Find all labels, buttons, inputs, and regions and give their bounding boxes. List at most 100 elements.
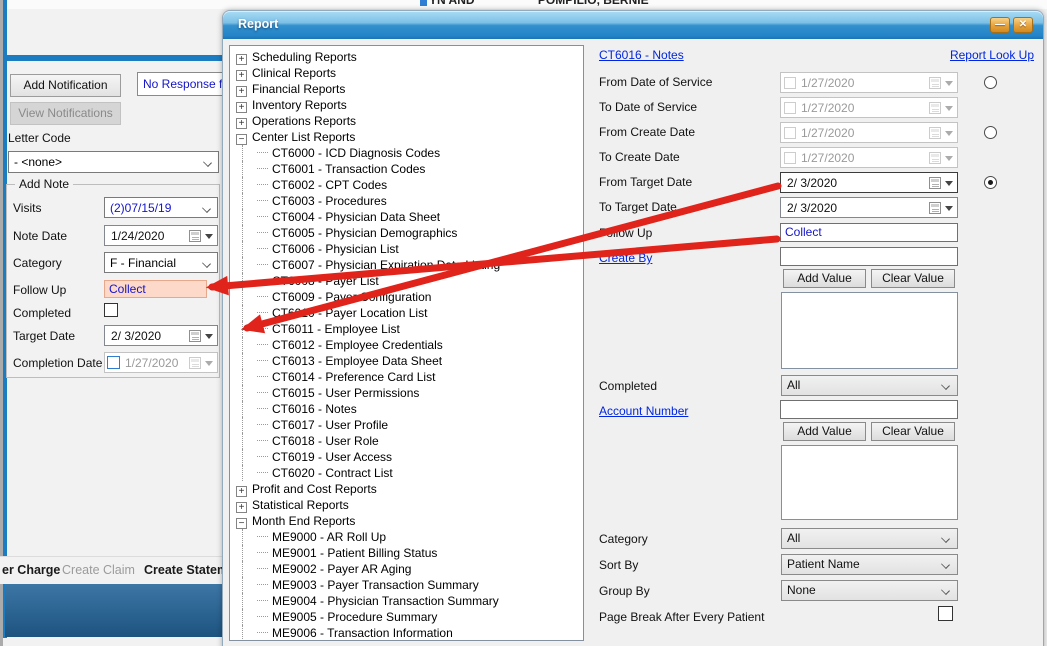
tree-item[interactable]: Scheduling Reports <box>252 50 357 64</box>
tree-item[interactable]: CT6017 - User Profile <box>272 418 388 432</box>
expand-icon[interactable]: + <box>236 86 247 97</box>
completed-select[interactable]: All <box>781 375 958 396</box>
create-by-input[interactable] <box>780 247 958 266</box>
account-listbox[interactable] <box>781 445 958 520</box>
date-field[interactable]: 1/27/2020 <box>780 122 958 143</box>
collapse-icon[interactable]: − <box>236 134 247 145</box>
tree-item[interactable]: Operations Reports <box>252 114 356 128</box>
date-field[interactable]: 2/ 3/2020 <box>780 172 958 193</box>
tree-item[interactable]: CT6000 - ICD Diagnosis Codes <box>272 146 440 160</box>
completion-date-field[interactable]: 1/27/2020 <box>104 352 218 373</box>
report-lookup-link[interactable]: Report Look Up <box>950 48 1034 62</box>
expand-icon[interactable]: + <box>236 486 247 497</box>
tree-item[interactable]: CT6013 - Employee Data Sheet <box>272 354 442 368</box>
date-enable-checkbox[interactable] <box>784 102 796 114</box>
tree-item[interactable]: CT6009 - Payer Configuration <box>272 290 431 304</box>
dropdown-arrow-icon[interactable] <box>945 206 953 215</box>
tree-item[interactable]: ME9003 - Payer Transaction Summary <box>272 578 479 592</box>
expand-icon[interactable]: + <box>236 118 247 129</box>
date-enable-checkbox[interactable] <box>784 152 796 164</box>
create-by-link[interactable]: Create By <box>599 251 652 265</box>
dropdown-arrow-icon[interactable] <box>945 81 953 90</box>
report-tree[interactable]: +Scheduling Reports+Clinical Reports+Fin… <box>229 45 584 641</box>
radio-button[interactable] <box>984 176 997 189</box>
tree-item[interactable]: CT6002 - CPT Codes <box>272 178 387 192</box>
tree-item[interactable]: ME9004 - Physician Transaction Summary <box>272 594 499 608</box>
date-field[interactable]: 1/27/2020 <box>780 147 958 168</box>
tree-item[interactable]: Center List Reports <box>252 130 355 144</box>
tree-item[interactable]: Statistical Reports <box>252 498 349 512</box>
follow-up-filter-input[interactable]: Collect <box>780 223 958 242</box>
date-field[interactable]: 2/ 3/2020 <box>780 197 958 218</box>
radio-button[interactable] <box>984 126 997 139</box>
date-field[interactable]: 1/27/2020 <box>780 72 958 93</box>
create-claim-button[interactable]: Create Claim <box>62 563 135 577</box>
tree-item[interactable]: CT6001 - Transaction Codes <box>272 162 425 176</box>
completed-checkbox[interactable] <box>104 303 118 317</box>
view-notifications-button[interactable]: View Notifications <box>10 102 121 125</box>
tree-item[interactable]: CT6006 - Physician List <box>272 242 399 256</box>
expand-icon[interactable]: + <box>236 102 247 113</box>
sort-by-select[interactable]: Patient Name <box>781 554 958 575</box>
group-by-select[interactable]: None <box>781 580 958 601</box>
tree-item[interactable]: Clinical Reports <box>252 66 336 80</box>
dropdown-arrow-icon[interactable] <box>205 234 213 243</box>
close-icon[interactable]: ✕ <box>1013 17 1033 33</box>
dropdown-arrow-icon[interactable] <box>205 361 213 370</box>
account-number-input[interactable] <box>780 400 958 419</box>
tree-item[interactable]: CT6012 - Employee Credentials <box>272 338 443 352</box>
date-field[interactable]: 1/27/2020 <box>780 97 958 118</box>
tree-item[interactable]: ME9006 - Transaction Information <box>272 626 453 640</box>
expand-icon[interactable]: + <box>236 54 247 65</box>
target-date-field[interactable]: 2/ 3/2020 <box>104 325 218 346</box>
dropdown-arrow-icon[interactable] <box>945 181 953 190</box>
tree-item[interactable]: CT6016 - Notes <box>272 402 357 416</box>
expand-icon[interactable]: + <box>236 502 247 513</box>
dropdown-arrow-icon[interactable] <box>945 106 953 115</box>
tree-item[interactable]: ME9005 - Procedure Summary <box>272 610 437 624</box>
tree-item[interactable]: CT6014 - Preference Card List <box>272 370 435 384</box>
collapse-icon[interactable]: − <box>236 518 247 529</box>
completion-date-checkbox[interactable] <box>107 356 120 369</box>
tree-item[interactable]: ME9000 - AR Roll Up <box>272 530 386 544</box>
minimize-icon[interactable]: — <box>990 17 1010 33</box>
tree-item[interactable]: CT6015 - User Permissions <box>272 386 419 400</box>
add-notification-button[interactable]: Add Notification <box>10 74 121 97</box>
tree-item[interactable]: CT6018 - User Role <box>272 434 379 448</box>
create-by-clear-value-button[interactable]: Clear Value <box>871 269 955 288</box>
date-enable-checkbox[interactable] <box>784 77 796 89</box>
tree-item[interactable]: ME9002 - Payer AR Aging <box>272 562 411 576</box>
date-enable-checkbox[interactable] <box>784 127 796 139</box>
tree-item[interactable]: CT6003 - Procedures <box>272 194 387 208</box>
dropdown-arrow-icon[interactable] <box>945 156 953 165</box>
dropdown-arrow-icon[interactable] <box>205 334 213 343</box>
create-by-listbox[interactable] <box>781 292 958 369</box>
tree-item[interactable]: CT6010 - Payer Location List <box>272 306 427 320</box>
tree-item[interactable]: Month End Reports <box>252 514 355 528</box>
radio-button[interactable] <box>984 76 997 89</box>
account-clear-value-button[interactable]: Clear Value <box>871 422 955 441</box>
tree-item[interactable]: CT6008 - Payer List <box>272 274 379 288</box>
tree-item[interactable]: CT6019 - User Access <box>272 450 392 464</box>
tree-item[interactable]: CT6005 - Physician Demographics <box>272 226 457 240</box>
enter-charge-button[interactable]: er Charge <box>2 563 60 577</box>
visits-select[interactable]: (2)07/15/19 <box>104 197 218 218</box>
expand-icon[interactable]: + <box>236 70 247 81</box>
selected-report-link[interactable]: CT6016 - Notes <box>599 48 684 62</box>
tree-item[interactable]: CT6007 - Physician Expiration Date Listi… <box>272 258 500 272</box>
letter-code-select[interactable]: - <none> <box>8 151 219 173</box>
note-date-field[interactable]: 1/24/2020 <box>104 225 218 246</box>
create-statement-button[interactable]: Create Statem <box>144 563 228 577</box>
account-number-link[interactable]: Account Number <box>599 404 688 418</box>
tree-item[interactable]: Profit and Cost Reports <box>252 482 377 496</box>
follow-up-field[interactable]: Collect <box>104 280 207 298</box>
tree-item[interactable]: ME9001 - Patient Billing Status <box>272 546 437 560</box>
page-break-checkbox[interactable] <box>938 606 953 621</box>
account-add-value-button[interactable]: Add Value <box>783 422 866 441</box>
create-by-add-value-button[interactable]: Add Value <box>783 269 866 288</box>
dialog-titlebar[interactable]: Report — ✕ <box>223 11 1043 39</box>
category-filter-select[interactable]: All <box>781 528 958 549</box>
tree-item[interactable]: CT6020 - Contract List <box>272 466 393 480</box>
tree-item[interactable]: CT6011 - Employee List <box>272 322 400 336</box>
dropdown-arrow-icon[interactable] <box>945 131 953 140</box>
